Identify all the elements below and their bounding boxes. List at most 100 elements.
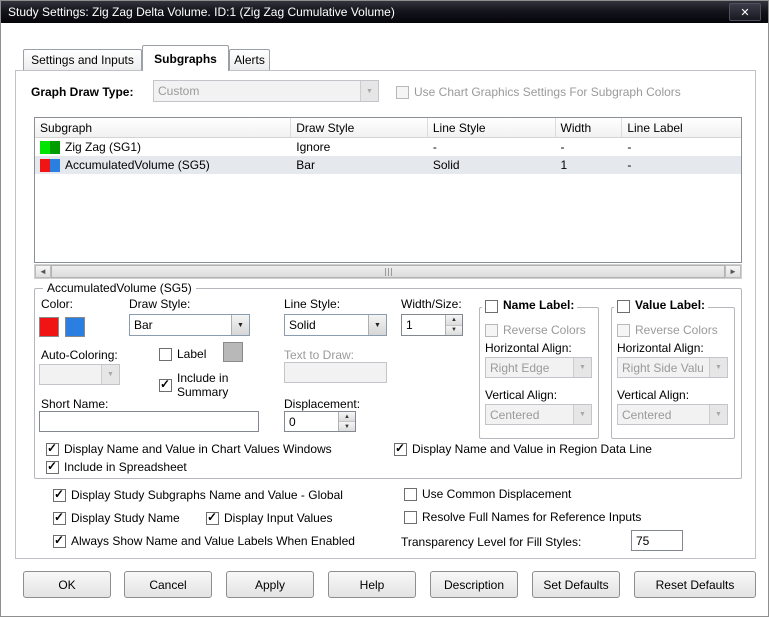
chevron-down-icon: ▼ [360,81,378,101]
study-settings-dialog: Study Settings: Zig Zag Delta Volume. ID… [0,0,769,617]
chevron-down-icon: ▼ [709,358,727,377]
subgraphs-global-row: ✓ Display Study Subgraphs Name and Value… [53,487,343,503]
check-icon: ✓ [395,441,406,455]
name-label-checkbox[interactable] [485,299,498,313]
close-button[interactable]: ✕ [729,3,761,21]
cell-line-style: Solid [432,158,460,172]
column-header-subgraph[interactable]: Subgraph [35,118,292,137]
include-in-summary-label: Include in Summary [177,371,229,399]
graph-draw-type-value: Custom [158,84,200,98]
graph-draw-type-combo: Custom ▼ [153,80,379,102]
tab-alerts[interactable]: Alerts [229,49,270,70]
include-in-summary-checkbox[interactable]: ✓ [159,377,172,392]
auto-coloring-value [40,365,101,384]
display-region-data-checkbox[interactable]: ✓ [394,441,407,456]
value-label-checkbox[interactable] [617,299,630,313]
auto-coloring-combo: ▼ [39,364,120,385]
secondary-color-button[interactable] [65,317,85,337]
label-checkbox-row: Label [159,347,206,362]
value-vertical-align-value: Centered [622,408,672,422]
column-header-draw-style[interactable]: Draw Style [291,118,428,137]
description-button[interactable]: Description [430,571,518,598]
width-size-spinner[interactable]: ▲▼ [401,314,463,336]
check-icon: ✓ [47,459,58,473]
spinner-buttons: ▲ ▼ [445,315,462,335]
spin-down-icon[interactable]: ▼ [339,422,355,431]
value-vertical-align-label: Vertical Align: [617,388,690,402]
display-study-name-checkbox[interactable]: ✓ [53,510,66,525]
cancel-button[interactable]: Cancel [124,571,212,598]
check-icon: ✓ [207,510,218,524]
scroll-left-icon[interactable]: ◄ [35,265,51,278]
check-icon: ✓ [54,510,65,524]
table-row-zigzag[interactable]: Zig Zag (SG1) Ignore - - - [35,138,741,156]
line-style-label: Line Style: [284,297,341,311]
short-name-input[interactable] [39,411,259,432]
displacement-spinner[interactable]: ▲▼ [284,411,356,432]
transparency-input[interactable] [631,530,683,551]
label-color-button [223,342,243,362]
check-icon: ✓ [47,441,58,455]
value-reverse-colors-row: Reverse Colors [617,323,718,338]
name-horizontal-align-value: Right Edge [490,361,550,375]
scroll-right-icon[interactable]: ► [725,265,741,278]
column-header-line-style[interactable]: Line Style [427,118,556,137]
subgraphs-global-label: Display Study Subgraphs Name and Value -… [71,488,343,502]
subgraph-color-swatches [40,140,60,154]
label-checkbox[interactable] [159,348,172,361]
column-header-width[interactable]: Width [555,118,623,137]
display-input-values-checkbox[interactable]: ✓ [206,510,219,525]
scrollbar-thumb[interactable] [51,265,725,278]
common-displacement-label: Use Common Displacement [422,487,572,501]
width-size-label: Width/Size: [401,297,462,311]
color-swatch-2 [50,158,60,172]
table-horizontal-scrollbar[interactable]: ◄ ► [34,264,742,279]
spin-up-icon[interactable]: ▲ [339,412,355,422]
scrollbar-grip [384,267,386,276]
scrollbar-grip [390,267,392,276]
draw-style-combo[interactable]: Bar ▼ [129,314,250,336]
display-chart-values-checkbox[interactable]: ✓ [46,441,59,456]
common-displacement-checkbox[interactable] [404,488,417,501]
color-swatch-1 [40,140,50,154]
line-style-combo[interactable]: Solid ▼ [284,314,387,336]
always-show-checkbox[interactable]: ✓ [53,533,66,548]
help-button[interactable]: Help [328,571,416,598]
chevron-down-icon: ▼ [231,315,249,335]
short-name-label: Short Name: [41,397,109,411]
name-label-header: Name Label: [482,298,578,313]
resolve-full-names-row: Resolve Full Names for Reference Inputs [404,510,641,525]
resolve-full-names-checkbox[interactable] [404,511,417,524]
tab-settings-and-inputs[interactable]: Settings and Inputs [23,49,142,70]
color-swatch-2 [50,140,60,154]
use-chart-graphics-checkbox [396,86,409,99]
include-spreadsheet-checkbox[interactable]: ✓ [46,459,59,474]
column-header-line-label[interactable]: Line Label [622,118,741,137]
primary-color-button[interactable] [39,317,59,337]
tab-subgraphs[interactable]: Subgraphs [142,45,229,71]
spin-down-icon[interactable]: ▼ [446,325,462,335]
table-row-accumulated-volume[interactable]: AccumulatedVolume (SG5) Bar Solid 1 - [35,156,741,174]
include-spreadsheet-row: ✓ Include in Spreadsheet [46,459,187,475]
name-vertical-align-label: Vertical Align: [485,388,558,402]
value-horizontal-align-combo: Right Side Valu ▼ [617,357,728,378]
display-input-values-label: Display Input Values [224,511,333,525]
spinner-buttons: ▲ ▼ [338,412,355,431]
cell-line-label: - [627,140,632,154]
reset-defaults-button[interactable]: Reset Defaults [634,571,756,598]
value-vertical-align-combo: Centered ▼ [617,404,728,425]
spin-up-icon[interactable]: ▲ [446,315,462,326]
check-icon: ✓ [160,377,171,391]
displacement-input[interactable] [285,412,338,431]
chevron-down-icon: ▼ [368,315,386,335]
subgraph-name: Zig Zag (SG1) [65,140,142,154]
subgraphs-global-checkbox[interactable]: ✓ [53,487,66,502]
common-displacement-row: Use Common Displacement [404,487,571,502]
width-size-input[interactable] [402,315,445,335]
draw-style-label: Draw Style: [129,297,191,311]
display-region-data-label: Display Name and Value in Region Data Li… [412,442,652,456]
apply-button[interactable]: Apply [226,571,314,598]
set-defaults-button[interactable]: Set Defaults [532,571,620,598]
ok-button[interactable]: OK [23,571,111,598]
value-horizontal-align-value: Right Side Valu [622,361,704,375]
